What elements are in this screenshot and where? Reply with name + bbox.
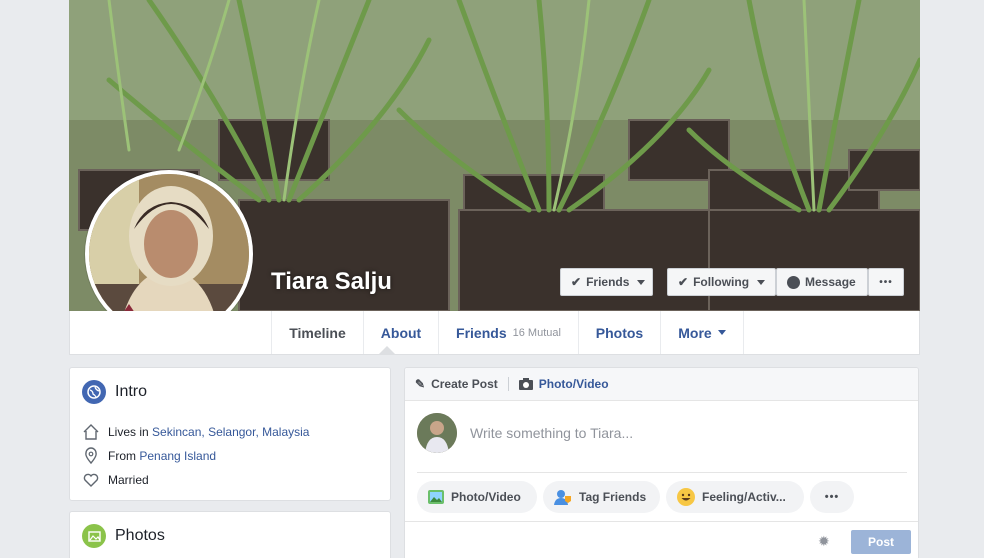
chip-photo-video-label: Photo/Video (451, 490, 521, 504)
globe-icon (82, 380, 106, 404)
heart-icon (83, 473, 99, 487)
more-dots-icon: ••• (824, 491, 840, 503)
post-button[interactable]: Post (851, 530, 911, 554)
intro-card: Intro Lives in Sekincan, Selangor, Malay… (69, 367, 391, 501)
mutual-friends-count: 16 Mutual (512, 326, 561, 339)
intro-title: Intro (115, 383, 148, 400)
pencil-icon: ✎ (415, 377, 426, 391)
composer-header: ✎ Create Post Photo/Video (405, 368, 918, 401)
tab-about-label: About (380, 324, 422, 341)
tab-more[interactable]: More (660, 311, 744, 354)
caret-down-icon (757, 279, 766, 285)
messenger-icon (787, 275, 800, 289)
from-link[interactable]: Penang Island (139, 449, 216, 463)
composer-avatar (417, 413, 457, 453)
composer-footer-divider (405, 521, 918, 522)
post-composer: ✎ Create Post Photo/Video Write somethin… (404, 367, 919, 558)
chip-feeling-activity[interactable]: Feeling/Activ... (666, 481, 804, 513)
friends-button[interactable]: ✔ Friends (560, 268, 653, 296)
tab-friends[interactable]: Friends 16 Mutual (438, 311, 578, 354)
tab-friends-label: Friends (456, 324, 507, 341)
tab-photos[interactable]: Photos (578, 311, 660, 354)
message-button-label: Message (805, 275, 856, 289)
following-button[interactable]: ✔ Following (667, 268, 776, 296)
tab-timeline-label: Timeline (289, 324, 346, 341)
header-divider (507, 377, 509, 391)
tab-photo-video[interactable]: Photo/Video (518, 377, 609, 391)
tab-about[interactable]: About (363, 311, 438, 354)
lives-in-prefix: Lives in (108, 425, 153, 439)
more-options-button[interactable]: ••• (868, 268, 904, 296)
checkmark-icon: ✔ (571, 275, 582, 289)
chip-more-options[interactable]: ••• (810, 481, 854, 513)
composer-divider (417, 472, 907, 473)
lives-in-row: Lives in Sekincan, Selangor, Malaysia (82, 420, 309, 444)
photos-card: Photos (69, 511, 391, 558)
checkmark-icon: ✔ (678, 275, 689, 289)
composer-text-input[interactable]: Write something to Tiara... (470, 425, 633, 441)
smiley-icon (677, 488, 695, 506)
tag-friends-icon (554, 490, 571, 505)
caret-down-icon (717, 330, 726, 335)
profile-name[interactable]: Tiara Salju (271, 268, 392, 296)
photos-card-title[interactable]: Photos (115, 527, 165, 545)
friends-button-label: Friends (586, 275, 630, 289)
settings-gear-icon[interactable]: ✹ (818, 533, 830, 550)
profile-photo-image (89, 174, 249, 334)
chip-feeling-label: Feeling/Activ... (702, 490, 786, 504)
create-post-label: Create Post (431, 377, 498, 391)
caret-down-icon (637, 279, 646, 285)
chip-photo-video[interactable]: Photo/Video (417, 481, 537, 513)
home-icon (83, 424, 99, 440)
tab-create-post[interactable]: ✎ Create Post (415, 377, 498, 391)
tab-photos-label: Photos (595, 324, 644, 341)
tab-more-label: More (678, 324, 712, 341)
lives-in-link[interactable]: Sekincan, Selangor, Malaysia (152, 425, 309, 439)
message-button[interactable]: Message (776, 268, 868, 296)
tab-timeline[interactable]: Timeline (271, 311, 363, 354)
chip-tag-friends[interactable]: Tag Friends (543, 481, 660, 513)
profile-nav-bar: Timeline About Friends 16 Mutual Photos … (69, 311, 920, 355)
location-pin-icon (85, 447, 97, 465)
relationship-status: Married (108, 473, 149, 487)
more-dots-icon: ••• (879, 276, 893, 288)
from-row: From Penang Island (82, 444, 309, 468)
relationship-row: Married (82, 468, 309, 492)
from-prefix: From (108, 449, 140, 463)
photo-video-tab-label: Photo/Video (538, 377, 609, 391)
photo-icon (428, 490, 444, 504)
camera-icon (518, 378, 533, 390)
photos-icon (82, 524, 106, 548)
following-button-label: Following (693, 275, 750, 289)
chip-tag-friends-label: Tag Friends (579, 490, 647, 504)
